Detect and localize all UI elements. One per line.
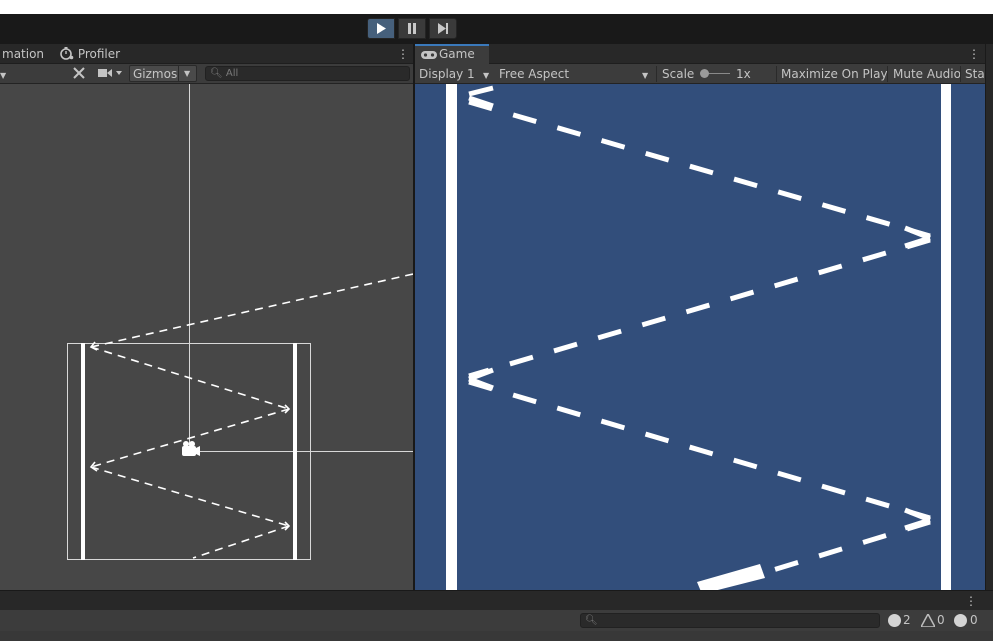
- warning-count[interactable]: 0: [937, 613, 945, 627]
- scale-slider-handle[interactable]: [700, 69, 709, 78]
- zigzag-path: [90, 273, 413, 559]
- info-icon: [954, 614, 967, 627]
- right-wall: [293, 343, 297, 560]
- error-count[interactable]: 2: [903, 613, 911, 627]
- console-header: ⋮: [0, 590, 993, 610]
- console-content: [0, 631, 993, 641]
- step-button[interactable]: [429, 18, 457, 39]
- aspect-dropdown[interactable]: Free Aspect: [499, 67, 569, 81]
- stopwatch-icon: [60, 47, 74, 60]
- game-tab-bar: Game ⋮: [415, 44, 985, 64]
- info-count[interactable]: 0: [970, 613, 978, 627]
- aspect-chevron-icon[interactable]: ▼: [642, 69, 648, 83]
- player-paddle: [697, 564, 765, 590]
- play-toolbar: [0, 14, 993, 44]
- search-icon: 🔍︎: [585, 615, 598, 626]
- scene-search-input[interactable]: 🔍︎ All: [205, 66, 410, 81]
- console-toolbar: 🔍︎ 2 0 0: [0, 610, 993, 631]
- game-canvas: [446, 84, 951, 590]
- game-menu-icon[interactable]: ⋮: [968, 46, 980, 62]
- left-wall: [81, 343, 85, 560]
- display-dropdown[interactable]: Display 1: [419, 67, 475, 81]
- tab-animation[interactable]: mation: [2, 44, 44, 64]
- pause-button[interactable]: [398, 18, 426, 39]
- scene-tab-bar: mation Profiler ⋮: [0, 44, 413, 64]
- gizmos-label: Gizmos: [133, 67, 178, 81]
- game-toolbar: Display 1 ▼ Free Aspect ▼ Scale 1x Maxim…: [415, 64, 985, 84]
- left-wall: [446, 84, 457, 590]
- scene-canvas: [67, 84, 413, 560]
- gizmos-button[interactable]: Gizmos ▼: [129, 65, 197, 82]
- gizmos-chevron-icon[interactable]: ▼: [184, 69, 190, 78]
- camera-icon: [182, 441, 200, 456]
- scene-search-placeholder: All: [225, 68, 239, 79]
- stats-toggle[interactable]: Sta: [965, 67, 985, 81]
- step-icon: [437, 23, 448, 34]
- camera-icon[interactable]: [98, 67, 122, 82]
- console-search-input[interactable]: 🔍︎: [580, 613, 880, 628]
- play-icon: [377, 23, 386, 34]
- console-menu-icon[interactable]: ⋮: [965, 593, 977, 609]
- tab-game-label: Game: [439, 47, 475, 61]
- mute-audio-toggle[interactable]: Mute Audio: [893, 67, 961, 81]
- scale-value: 1x: [736, 67, 751, 81]
- chevron-down-icon[interactable]: ▼: [0, 69, 6, 83]
- zigzag-path: [468, 99, 931, 577]
- inspector-edge: [985, 44, 993, 590]
- tab-profiler-label: Profiler: [77, 47, 121, 61]
- scene-view[interactable]: [0, 84, 413, 590]
- display-chevron-icon[interactable]: ▼: [483, 69, 489, 83]
- game-view[interactable]: [415, 84, 985, 590]
- scene-toolbar: ▼ Gizmos ▼ 🔍︎ All: [0, 64, 413, 84]
- gamepad-icon: [421, 51, 437, 59]
- maximize-on-play-toggle[interactable]: Maximize On Play: [781, 67, 888, 81]
- right-wall: [941, 84, 951, 590]
- warning-icon: [921, 614, 935, 627]
- search-icon: 🔍︎: [210, 68, 223, 79]
- tab-profiler[interactable]: Profiler: [60, 44, 120, 64]
- error-icon: [888, 614, 901, 627]
- scene-menu-icon[interactable]: ⋮: [397, 46, 409, 62]
- scale-label: Scale: [662, 67, 695, 81]
- play-button[interactable]: [367, 18, 395, 39]
- tab-game[interactable]: Game: [415, 44, 489, 64]
- top-strip: [0, 0, 993, 14]
- pause-icon: [408, 23, 416, 34]
- tools-icon[interactable]: [72, 66, 86, 83]
